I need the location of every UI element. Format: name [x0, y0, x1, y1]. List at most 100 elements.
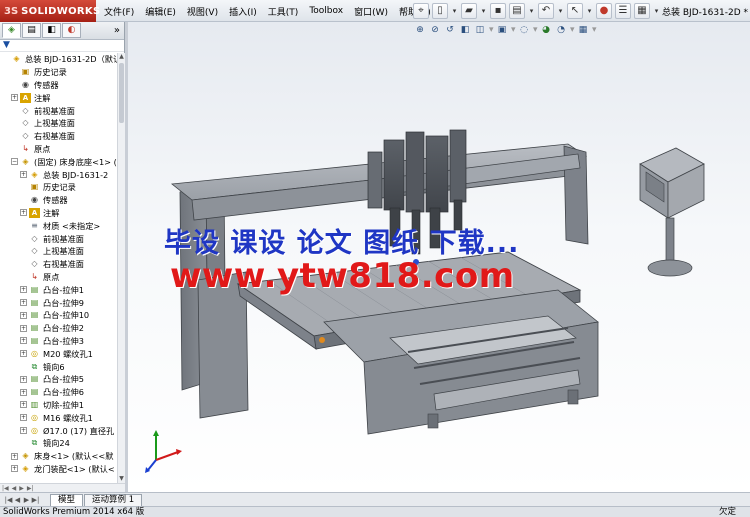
annotation-icon: A — [20, 92, 31, 103]
scrollbar-thumb[interactable] — [119, 63, 124, 123]
tab-motion-study[interactable]: 运动算例 1 — [84, 494, 143, 506]
tree-item[interactable]: ◇ 上视基准面 — [0, 117, 117, 130]
plane-icon: ◇ — [22, 131, 29, 141]
expand-icon[interactable]: + — [20, 350, 27, 358]
tree-item[interactable]: + ▤ 凸台-拉伸6 — [0, 386, 117, 399]
new-dropdown-icon[interactable]: ▾ — [451, 3, 458, 19]
tree-item[interactable]: ◇ 前视基准面 — [0, 104, 117, 117]
tree-item[interactable]: ◈ 总装 BJD-1631-2D（默认 — [0, 53, 117, 66]
solidworks-logo[interactable]: 3S SOLIDWORKS — [0, 0, 100, 22]
tree-item[interactable]: + ◈ 床身<1> (默认<<默 — [0, 450, 117, 463]
menu-window[interactable]: 窗口(W) — [354, 5, 388, 18]
expand-icon[interactable]: + — [11, 465, 18, 473]
scroll-last-icon[interactable]: ▶| — [27, 485, 34, 492]
tree-item[interactable]: ▣ 历史记录 — [0, 66, 117, 79]
expand-icon[interactable]: + — [20, 337, 27, 345]
collapse-icon[interactable]: − — [11, 158, 18, 166]
tree-item[interactable]: ◇ 前视基准面 — [0, 232, 117, 245]
expand-icon[interactable]: + — [20, 401, 27, 409]
tree-item[interactable]: + ▤ 凸台-拉伸10 — [0, 309, 117, 322]
tree-item[interactable]: + ▤ 凸台-拉伸9 — [0, 296, 117, 309]
select-cursor-icon[interactable]: ↖ — [567, 3, 583, 19]
tab-prev-icon[interactable]: ◀ — [13, 494, 22, 506]
tree-item[interactable]: ◇ 右视基准面 — [0, 130, 117, 143]
select-dropdown-icon[interactable]: ▾ — [586, 3, 593, 19]
new-document-icon[interactable]: ▯ — [432, 3, 448, 19]
scroll-left-icon[interactable]: ◀ — [12, 485, 17, 492]
menu-edit[interactable]: 编辑(E) — [145, 5, 176, 18]
expand-icon[interactable]: + — [20, 388, 27, 396]
expand-icon[interactable]: + — [20, 171, 27, 179]
file-properties-icon[interactable]: ☰ — [615, 3, 631, 19]
tree-item[interactable]: ⧉ 镜向6 — [0, 360, 117, 373]
tree-item[interactable]: + ▤ 凸台-拉伸3 — [0, 335, 117, 348]
undo-icon[interactable]: ↶ — [538, 3, 554, 19]
expand-icon[interactable]: + — [20, 311, 27, 319]
filter-icon[interactable]: ▼ — [0, 40, 124, 52]
property-manager-tab-icon[interactable]: ▤ — [22, 23, 41, 38]
tree-item[interactable]: + ▤ 凸台-拉伸2 — [0, 322, 117, 335]
graphics-area[interactable]: ⊕ ⊘ ↺ ◧ ◫ ▾ ▣ ▾ ◌ ▾ ◕ ◔ ▾ ▦ ▾ 毕设 课设 论文 图… — [128, 22, 750, 492]
tree-horizontal-scrollbar[interactable]: |◀ ◀ ▶ ▶| — [0, 483, 125, 492]
options-dropdown-icon[interactable]: ▾ — [653, 3, 660, 19]
tab-first-icon[interactable]: |◀ — [4, 494, 13, 506]
tree-item[interactable]: + A 注解 — [0, 91, 117, 104]
menu-file[interactable]: 文件(F) — [104, 5, 134, 18]
tree-item[interactable]: + ◎ M20 螺纹孔1 — [0, 347, 117, 360]
open-folder-icon[interactable]: ▰ — [461, 3, 477, 19]
tree-item[interactable]: + ◈ 龙门装配<1> (默认< — [0, 463, 117, 476]
feature-manager-tab-icon[interactable]: ◈ — [2, 23, 21, 38]
tree-item[interactable]: − ◈ (固定) 床身底座<1> ( — [0, 155, 117, 168]
expand-icon[interactable]: + — [20, 414, 27, 422]
rebuild-traffic-light-icon[interactable]: ● — [596, 3, 612, 19]
tree-item-label: 凸台-拉伸5 — [43, 374, 84, 385]
print-icon[interactable]: ▤ — [509, 3, 525, 19]
menu-toolbox[interactable]: Toolbox — [309, 6, 343, 16]
tree-item[interactable]: ◇ 右视基准面 — [0, 258, 117, 271]
tab-last-icon[interactable]: ▶| — [31, 494, 40, 506]
display-manager-tab-icon[interactable]: ◐ — [62, 23, 81, 38]
tree-item[interactable]: + ▤ 凸台-拉伸5 — [0, 373, 117, 386]
tree-item[interactable]: + A 注解 — [0, 207, 117, 220]
expand-icon[interactable]: + — [11, 452, 18, 460]
tree-item[interactable]: ◉ 传感器 — [0, 194, 117, 207]
tree-item[interactable]: ⧉ 镜向24 — [0, 437, 117, 450]
tab-next-icon[interactable]: ▶ — [22, 494, 31, 506]
expand-icon[interactable]: + — [20, 299, 27, 307]
undo-dropdown-icon[interactable]: ▾ — [557, 3, 564, 19]
tree-item[interactable]: + ◈ 总装 BJD-1631-2 — [0, 168, 117, 181]
scroll-down-icon[interactable]: ▼ — [118, 475, 125, 483]
expand-icon[interactable]: + — [11, 94, 18, 102]
pin-icon[interactable]: ⌖ — [413, 3, 429, 19]
expand-icon[interactable]: + — [20, 427, 27, 434]
scroll-first-icon[interactable]: |◀ — [2, 485, 9, 492]
expand-icon[interactable]: + — [20, 375, 27, 383]
scroll-up-icon[interactable]: ▲ — [118, 53, 125, 61]
open-dropdown-icon[interactable]: ▾ — [480, 3, 487, 19]
tab-model[interactable]: 模型 — [50, 494, 84, 506]
tree-item[interactable]: ▣ 历史记录 — [0, 181, 117, 194]
menu-tools[interactable]: 工具(T) — [268, 5, 299, 18]
tree-item[interactable]: + ◎ Ø17.0 (17) 直径孔 — [0, 424, 117, 437]
menu-view[interactable]: 视图(V) — [187, 5, 218, 18]
expand-icon[interactable]: + — [20, 286, 27, 294]
configuration-manager-tab-icon[interactable]: ◧ — [42, 23, 61, 38]
tree-item[interactable]: ≡ 材质 <未指定> — [0, 219, 117, 232]
tree-item[interactable]: + ◎ M16 螺纹孔1 — [0, 411, 117, 424]
control-pendant[interactable] — [639, 147, 705, 277]
expand-icon[interactable]: + — [20, 324, 27, 332]
tree-item[interactable]: ◉ 传感器 — [0, 79, 117, 92]
tree-item[interactable]: + ▥ 切除-拉伸1 — [0, 399, 117, 412]
tree-item[interactable]: ◇ 上视基准面 — [0, 245, 117, 258]
panel-expand-icon[interactable]: » — [114, 25, 120, 36]
print-dropdown-icon[interactable]: ▾ — [528, 3, 535, 19]
tree-item[interactable]: ↳ 原点 — [0, 271, 117, 284]
scroll-right-icon[interactable]: ▶ — [19, 485, 24, 492]
tree-vertical-scrollbar[interactable]: ▲ ▼ — [117, 53, 125, 483]
menu-insert[interactable]: 插入(I) — [229, 5, 257, 18]
tree-item[interactable]: + ▤ 凸台-拉伸1 — [0, 283, 117, 296]
tree-item[interactable]: ↳ 原点 — [0, 143, 117, 156]
save-icon[interactable]: ▪ — [490, 3, 506, 19]
expand-icon[interactable]: + — [20, 209, 27, 217]
options-icon[interactable]: ▦ — [634, 3, 650, 19]
